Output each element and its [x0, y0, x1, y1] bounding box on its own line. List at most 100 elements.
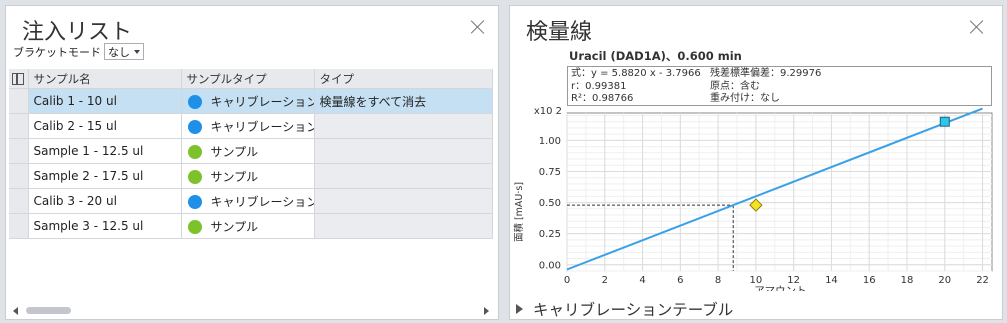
- sample-type-dot-icon: [187, 145, 202, 159]
- type-cell[interactable]: [314, 113, 493, 139]
- close-icon[interactable]: [968, 18, 986, 36]
- column-header-type[interactable]: タイプ: [314, 69, 493, 89]
- sample-type-cell[interactable]: キャリブレーション: [181, 188, 315, 214]
- row-selector[interactable]: [9, 213, 29, 239]
- sample-type-cell[interactable]: サンプル: [181, 213, 315, 239]
- y-axis-label: 面積 [mAU·s]: [513, 182, 525, 242]
- injection-table: サンプル名 サンプルタイプ タイプ Calib 1 - 10 ul キャリブレーシ…: [9, 69, 493, 239]
- x-axis-label: アマウント: [754, 285, 807, 291]
- type-cell[interactable]: [314, 138, 493, 164]
- table-row[interactable]: Sample 2 - 17.5 ul サンプル: [9, 163, 493, 189]
- bracket-mode-row: ブラケットモード なし: [13, 43, 144, 60]
- origin-text: 原点：含む: [710, 80, 760, 92]
- sample-name: Sample 3 - 12.5 ul: [33, 219, 144, 233]
- calibration-chart[interactable]: 0 2 4 6 8 10 12 14 16 18 20 220.000.250.500.751.00x…: [510, 106, 1003, 291]
- weighting-text: 重み付け：なし: [710, 93, 780, 104]
- residual-std-text: 残差標準偏差：9.29976: [710, 68, 822, 79]
- x-tick-label: 4: [639, 275, 645, 286]
- r2-text: R²：0.98766: [571, 93, 634, 104]
- table-row[interactable]: Calib 2 - 15 ul キャリブレーション: [9, 113, 493, 139]
- sample-name: Calib 3 - 20 ul: [33, 194, 117, 208]
- calibration-title: 検量線: [526, 20, 593, 45]
- sample-type-cell[interactable]: サンプル: [181, 163, 315, 189]
- sample-name: Sample 1 - 12.5 ul: [33, 144, 144, 158]
- x-tick-label: 6: [677, 275, 683, 286]
- sample-name-cell[interactable]: Calib 2 - 15 ul: [28, 113, 182, 139]
- sample-name: Calib 2 - 15 ul: [33, 119, 117, 133]
- x-tick-label: 14: [825, 275, 838, 286]
- row-selector[interactable]: [9, 88, 29, 114]
- y-multiplier-label: x10 2: [534, 106, 562, 117]
- bracket-mode-select[interactable]: なし: [104, 43, 144, 60]
- sample-name-cell[interactable]: Sample 2 - 17.5 ul: [28, 163, 182, 189]
- y-tick-label: 0.50: [539, 198, 561, 209]
- close-icon[interactable]: [469, 18, 487, 36]
- row-selector[interactable]: [9, 113, 29, 139]
- column-chooser-icon: [12, 72, 25, 85]
- bracket-mode-label: ブラケットモード: [13, 45, 101, 59]
- scroll-right-icon[interactable]: [484, 307, 489, 315]
- table-row[interactable]: Calib 1 - 10 ul キャリブレーション 検量線をすべて消去: [9, 88, 493, 114]
- horizontal-scrollbar[interactable]: [9, 304, 495, 316]
- type-cell[interactable]: [314, 188, 493, 214]
- injection-list-title: 注入リスト: [22, 20, 133, 45]
- table-header-row: サンプル名 サンプルタイプ タイプ: [9, 69, 493, 89]
- sample-type-dot-icon: [187, 220, 202, 234]
- sample-name-cell[interactable]: Sample 3 - 12.5 ul: [28, 213, 182, 239]
- sample-name-cell[interactable]: Calib 1 - 10 ul: [28, 88, 182, 114]
- chart-title: Uracil (DAD1A)、0.600 min: [569, 49, 742, 63]
- column-chooser-button[interactable]: [9, 69, 29, 89]
- y-tick-label: 0.00: [539, 260, 561, 271]
- x-tick-label: 2: [602, 275, 608, 286]
- type-cell[interactable]: [314, 213, 493, 239]
- sample-name: Sample 2 - 17.5 ul: [33, 169, 144, 183]
- sample-type: キャリブレーション: [210, 94, 314, 109]
- sample-type: サンプル: [210, 219, 259, 234]
- calibration-table-expander[interactable]: キャリブレーションテーブル: [514, 298, 734, 319]
- sample-type-dot-icon: [187, 170, 202, 184]
- column-header-sample-type[interactable]: サンプルタイプ: [181, 69, 315, 89]
- chevron-down-icon: [134, 49, 140, 54]
- sample-type-dot-icon: [187, 195, 202, 209]
- sample-type: キャリブレーション: [210, 194, 314, 209]
- calibration-table-label: キャリブレーションテーブル: [533, 301, 734, 319]
- y-tick-label: 1.00: [539, 136, 561, 147]
- column-header-sample-name[interactable]: サンプル名: [28, 69, 182, 89]
- sample-type-cell[interactable]: サンプル: [181, 138, 315, 164]
- sample-type-dot-icon: [187, 95, 202, 109]
- x-tick-label: 22: [976, 275, 989, 286]
- calibration-point-marker: [939, 116, 950, 127]
- plot-area: [566, 112, 993, 272]
- type-cell[interactable]: [314, 163, 493, 189]
- row-selector[interactable]: [9, 138, 29, 164]
- sample-name-cell[interactable]: Calib 3 - 20 ul: [28, 188, 182, 214]
- x-tick-label: 8: [715, 275, 721, 286]
- sample-type-cell[interactable]: キャリブレーション: [181, 88, 315, 114]
- x-tick-label: 18: [901, 275, 914, 286]
- sample-type: サンプル: [210, 144, 259, 159]
- type-value: 検量線をすべて消去: [319, 94, 427, 109]
- calibration-panel: 検量線 Uracil (DAD1A)、0.600 min 式：y = 5.882…: [509, 5, 1003, 320]
- table-row[interactable]: Calib 3 - 20 ul キャリブレーション: [9, 188, 493, 214]
- expand-triangle-icon: [516, 304, 523, 314]
- sample-name-cell[interactable]: Sample 1 - 12.5 ul: [28, 138, 182, 164]
- x-tick-label: 0: [564, 275, 570, 286]
- table-row[interactable]: Sample 1 - 12.5 ul サンプル: [9, 138, 493, 164]
- x-tick-label: 16: [863, 275, 876, 286]
- sample-name: Calib 1 - 10 ul: [33, 94, 117, 108]
- type-cell[interactable]: 検量線をすべて消去: [314, 88, 493, 114]
- regression-info-box: 式：y = 5.8820 x - 3.7966 r：0.99381 R²：0.9…: [567, 66, 992, 106]
- bracket-mode-value: なし: [108, 45, 130, 59]
- injection-list-panel: 注入リスト ブラケットモード なし サンプル名 サンプルタイプ タイプ Cali…: [5, 5, 499, 320]
- r-text: r：0.99381: [571, 80, 627, 92]
- scrollbar-thumb[interactable]: [26, 307, 71, 314]
- row-selector[interactable]: [9, 163, 29, 189]
- table-row[interactable]: Sample 3 - 12.5 ul サンプル: [9, 213, 493, 239]
- row-selector[interactable]: [9, 188, 29, 214]
- x-tick-label: 20: [938, 275, 951, 286]
- sample-type: キャリブレーション: [210, 119, 314, 134]
- sample-type: サンプル: [210, 169, 259, 184]
- sample-type-cell[interactable]: キャリブレーション: [181, 113, 315, 139]
- sample-type-dot-icon: [187, 120, 202, 134]
- scroll-left-icon[interactable]: [13, 307, 18, 315]
